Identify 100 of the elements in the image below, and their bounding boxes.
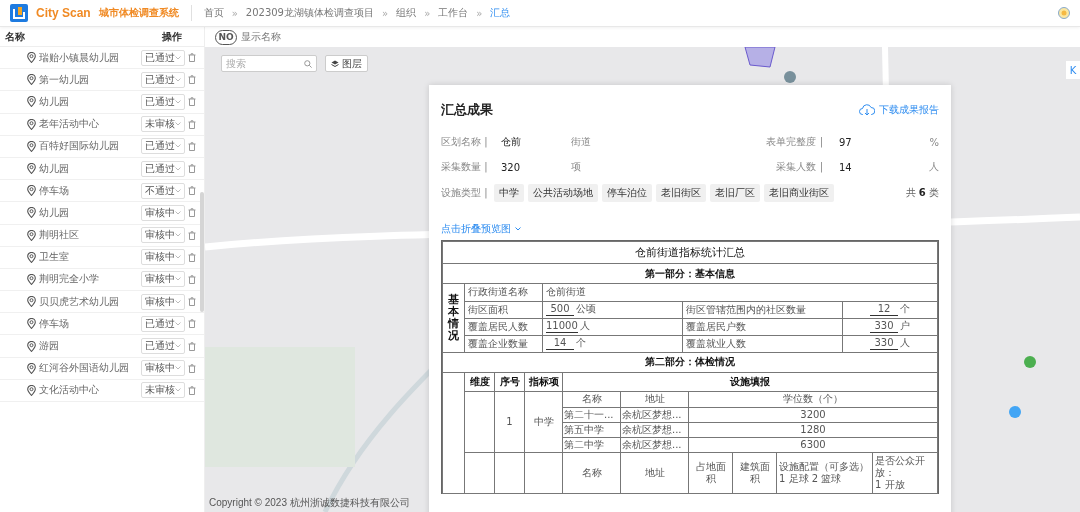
table-cell: 学位数（个） — [688, 391, 938, 407]
table-cell: 占地面积 — [688, 452, 733, 493]
field-label: 采集人数 | — [775, 160, 824, 174]
breadcrumb-link[interactable]: 工作台 — [438, 6, 469, 20]
status-select[interactable]: 未审核 — [141, 382, 185, 399]
facility-name[interactable]: 红河谷外国语幼儿园 — [39, 361, 135, 376]
field-unit: % — [928, 136, 939, 148]
facility-name[interactable]: 幼儿园 — [39, 94, 135, 109]
breadcrumb-link[interactable]: 202309龙湖镇体检调查项目 — [245, 6, 374, 20]
status-select[interactable]: 已通过 — [141, 138, 185, 155]
table-cell: 1 — [494, 391, 525, 452]
facility-name[interactable]: 老年活动中心 — [39, 117, 135, 132]
table-cell: 330 人 — [842, 335, 938, 352]
field-value: 320 — [501, 161, 522, 173]
app-title: City Scan — [36, 6, 91, 20]
status-select[interactable]: 已通过 — [141, 49, 185, 66]
table-cell: 6300 — [688, 437, 938, 452]
table-cell: 余杭区梦想... — [620, 422, 689, 437]
field-unit: 项 — [571, 160, 582, 174]
facility-name[interactable]: 停车场 — [39, 183, 135, 198]
status-select[interactable]: 审核中 — [141, 249, 185, 266]
total-count: 共 6 类 — [905, 186, 939, 200]
report-title: 仓前街道指标统计汇总 — [442, 241, 938, 264]
facility-name[interactable]: 文化活动中心 — [39, 383, 135, 398]
table-cell: 14 个 — [542, 335, 683, 352]
field-unit: 街道 — [571, 135, 592, 149]
field-value: 14 — [839, 161, 853, 173]
table-cell: 中学 — [524, 391, 563, 452]
table-cell: 是否公众开放： 1 开放 — [872, 452, 938, 493]
status-select[interactable]: 审核中 — [141, 204, 185, 221]
status-select[interactable]: 已通过 — [141, 93, 185, 110]
app-subtitle: 城市体检调查系统 — [98, 6, 179, 20]
facility-name[interactable]: 第一幼儿园 — [39, 72, 135, 87]
table-cell: 500 公顷 — [542, 301, 683, 318]
breadcrumb-link[interactable]: 首页 — [203, 6, 224, 20]
table-cell: 名称 — [562, 391, 621, 407]
facility-tag: 老旧商业街区 — [763, 184, 834, 202]
status-select[interactable]: 已通过 — [141, 338, 185, 355]
table-cell: 第五中学 — [562, 422, 621, 437]
table-cell: 第二中学 — [562, 437, 621, 452]
facility-tag: 停车泊位 — [601, 184, 652, 202]
card-title: 汇总成果 — [441, 101, 493, 119]
status-select[interactable]: 已通过 — [141, 160, 185, 177]
status-select[interactable]: 未审核 — [141, 116, 185, 133]
breadcrumb-separator: » — [424, 7, 431, 19]
field-label: 设施类型 | — [441, 186, 488, 200]
facility-name[interactable]: 卫生室 — [39, 250, 135, 265]
status-select[interactable]: 审核中 — [141, 227, 185, 244]
collapse-link[interactable]: 点击折叠预览图 — [441, 222, 521, 236]
facility-name[interactable]: 荆明完全小学 — [39, 272, 135, 287]
table-cell: 街区面积 — [464, 301, 543, 318]
status-select[interactable]: 已通过 — [141, 71, 185, 88]
column-header: 操作 — [162, 29, 182, 44]
facility-name[interactable]: 瑞贻小镇晨幼儿园 — [39, 50, 135, 65]
breadcrumb-link[interactable]: 组织 — [396, 6, 417, 20]
collapse-button[interactable]: K — [1066, 61, 1080, 79]
status-select[interactable]: 不通过 — [141, 182, 185, 199]
section-label: 基本情况 — [448, 293, 459, 342]
status-select[interactable]: 审核中 — [141, 360, 185, 377]
table-cell: 覆盖企业数量 — [464, 335, 543, 352]
table-cell: 覆盖居民户数 — [682, 318, 843, 335]
status-select[interactable]: 已通过 — [141, 315, 185, 332]
table-cell: 11000 人 — [542, 318, 683, 335]
table-cell: 3200 — [688, 407, 938, 422]
table-cell: 第二十一... — [562, 407, 621, 422]
facility-tag: 公共活动场地 — [527, 184, 598, 202]
facility-tag: 中学 — [493, 184, 524, 202]
field-value: 仓前 — [501, 135, 522, 149]
layer-button[interactable]: 图层 — [325, 55, 368, 72]
facility-name[interactable]: 贝贝虎艺术幼儿园 — [39, 294, 135, 309]
column-header: 指标项 — [524, 373, 563, 391]
table-cell: 建筑面积 — [732, 452, 777, 493]
toggle-label: 显示名称 — [241, 30, 281, 44]
download-link[interactable]: 下载成果报告 — [859, 103, 939, 117]
breadcrumb-link[interactable]: 汇总 — [490, 6, 511, 20]
column-header: 名称 — [5, 29, 25, 44]
table-cell: 仓前街道 — [542, 284, 938, 301]
column-header: 维度 — [464, 373, 495, 391]
facility-name[interactable]: 游园 — [39, 339, 135, 354]
field-label: 区划名称 | — [441, 135, 489, 149]
breadcrumb-separator: » — [382, 7, 389, 19]
facility-name[interactable]: 荆明社区 — [39, 228, 135, 243]
field-unit: 人 — [928, 160, 939, 174]
section-title: 第二部分：体检情况 — [442, 352, 938, 373]
table-cell: 余杭区梦想... — [620, 407, 689, 422]
facility-name[interactable]: 幼儿园 — [39, 161, 135, 176]
table-cell: 覆盖就业人数 — [682, 335, 843, 352]
status-select[interactable]: 审核中 — [141, 271, 185, 288]
copyright-text: Copyright © 2023 杭州浙诚数捷科技有限公司 — [209, 496, 410, 510]
show-names-toggle[interactable]: NO — [215, 29, 237, 45]
facility-name[interactable]: 停车场 — [39, 316, 135, 331]
facility-name[interactable]: 百特好国际幼儿园 — [39, 139, 135, 154]
table-cell: 设施配置（可多选） 1 足球 2 篮球 — [776, 452, 873, 493]
table-cell: 行政街道名称 — [464, 284, 543, 301]
field-label: 采集数量 | — [441, 160, 489, 174]
column-header: 序号 — [494, 373, 525, 391]
facility-name[interactable]: 幼儿园 — [39, 205, 135, 220]
status-select[interactable]: 审核中 — [141, 293, 185, 310]
facility-tag: 老旧厂区 — [709, 184, 760, 202]
table-cell: 名称 — [562, 452, 621, 493]
